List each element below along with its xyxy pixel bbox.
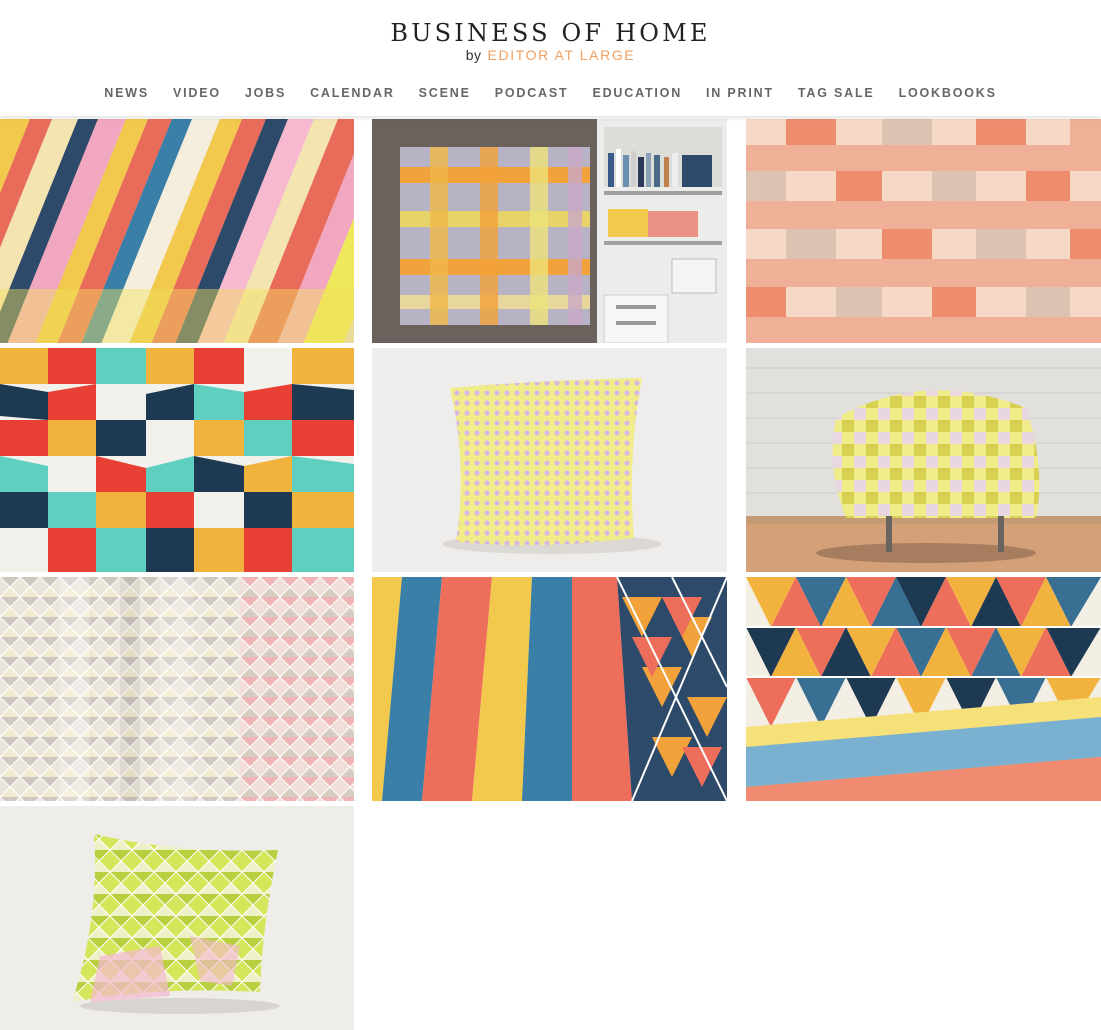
nav-item-podcast[interactable]: PODCAST bbox=[483, 86, 581, 100]
site-header: BUSINESS OF HOME by EDITOR AT LARGE NEWS … bbox=[0, 0, 1101, 116]
nav-item-calendar[interactable]: CALENDAR bbox=[298, 86, 407, 100]
gallery-image-stripe-and-triangle[interactable] bbox=[372, 577, 727, 801]
site-logo[interactable]: BUSINESS OF HOME bbox=[0, 19, 1101, 47]
gallery-image-grey-triangle-fabric[interactable] bbox=[0, 577, 354, 801]
nav-item-lookbooks[interactable]: LOOKBOOKS bbox=[887, 86, 1009, 100]
gallery-image-checked-armchair[interactable] bbox=[746, 348, 1101, 572]
gallery-image-lime-pillow[interactable] bbox=[0, 806, 354, 1030]
gallery-image-diagonal-stripes[interactable] bbox=[0, 119, 354, 343]
site-logo-subtitle[interactable]: by EDITOR AT LARGE bbox=[0, 47, 1101, 63]
nav-item-in-print[interactable]: IN PRINT bbox=[694, 86, 786, 100]
logo-editor-text: EDITOR AT LARGE bbox=[487, 47, 636, 63]
nav-item-tag-sale[interactable]: TAG SALE bbox=[786, 86, 887, 100]
nav-item-education[interactable]: EDUCATION bbox=[580, 86, 694, 100]
nav-item-video[interactable]: VIDEO bbox=[161, 86, 233, 100]
gallery-image-plaid-wall-hanging[interactable] bbox=[372, 119, 727, 343]
nav-item-scene[interactable]: SCENE bbox=[407, 86, 483, 100]
gallery-image-yellow-pillow[interactable] bbox=[372, 348, 727, 572]
gallery-image-multicolor-triangles[interactable] bbox=[746, 577, 1101, 801]
gallery-image-coral-check[interactable] bbox=[746, 119, 1101, 343]
nav-item-jobs[interactable]: JOBS bbox=[233, 86, 298, 100]
main-nav: NEWS VIDEO JOBS CALENDAR SCENE PODCAST E… bbox=[0, 86, 1101, 100]
logo-by-text: by bbox=[465, 47, 482, 63]
nav-item-news[interactable]: NEWS bbox=[92, 86, 161, 100]
gallery-image-bold-geometric[interactable] bbox=[0, 348, 354, 572]
